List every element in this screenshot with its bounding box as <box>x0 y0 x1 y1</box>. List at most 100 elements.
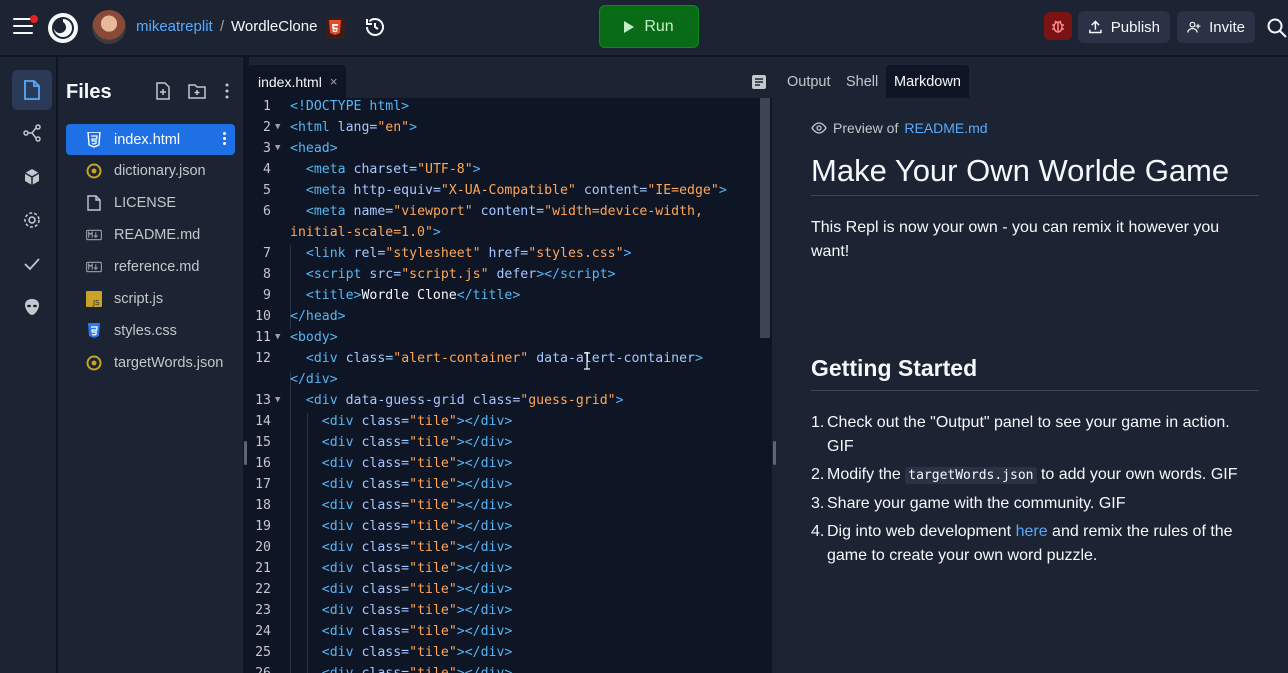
here-link[interactable]: here <box>1016 523 1048 540</box>
list-item: 2. Modify the targetWords.json to add you… <box>811 466 1238 484</box>
list-item: 1. Check out the "Output" panel to see yo… <box>811 414 1230 455</box>
file-icon <box>86 194 102 211</box>
code-line: 14 <div class="tile"></div> <box>255 414 513 429</box>
tab-markdown[interactable]: Markdown <box>886 65 969 98</box>
right-resize-handle[interactable] <box>773 441 776 465</box>
git-tool-button[interactable] <box>12 113 52 153</box>
right-tab-bar: Output Shell Markdown <box>779 57 1288 98</box>
markdown-icon <box>86 227 102 243</box>
code-line: 25 <div class="tile"></div> <box>255 645 513 660</box>
code-line: 10 </head> <box>255 309 346 324</box>
format-icon[interactable] <box>751 74 767 90</box>
markdown-intro: This Repl is now your own - you can remi… <box>811 219 1220 260</box>
file-item-license[interactable]: LICENSE <box>66 187 235 218</box>
search-icon[interactable] <box>1266 17 1288 39</box>
icon-rail <box>0 57 56 673</box>
file-tree-panel: Files index.html dictionary.json LICENSE… <box>57 57 243 673</box>
avatar[interactable] <box>92 10 126 44</box>
check-icon <box>24 258 40 271</box>
history-icon[interactable] <box>364 16 386 38</box>
code-line: 4 <meta charset="UTF-8"> <box>263 162 481 177</box>
code-line: 26 <div class="tile"></div> <box>249 666 772 673</box>
tab-output[interactable]: Output <box>779 65 839 98</box>
left-resize-handle[interactable] <box>244 441 247 465</box>
pane-splitter[interactable] <box>772 57 779 673</box>
breadcrumb-separator: / <box>220 18 225 35</box>
editor-scrollbar[interactable] <box>760 98 770 338</box>
file-options-icon[interactable] <box>223 132 227 147</box>
inline-code: targetWords.json <box>905 467 1037 484</box>
new-folder-icon[interactable] <box>188 82 206 100</box>
code-line: 18 <div class="tile"></div> <box>255 498 513 513</box>
file-item-readme-md[interactable]: README.md <box>66 219 235 250</box>
code-line: 3 ▼ <head> <box>263 141 338 156</box>
bug-report-button[interactable] <box>1044 12 1072 40</box>
code-line: 13 ▼ <div data-guess-grid class="guess-gr… <box>255 393 624 408</box>
code-line: 17 <div class="tile"></div> <box>255 477 513 492</box>
code-line: 20 <div class="tile"></div> <box>255 540 513 555</box>
file-name: LICENSE <box>114 194 177 211</box>
repl-name[interactable]: WordleClone <box>231 18 317 35</box>
checks-tool-button[interactable] <box>12 244 52 284</box>
file-name: index.html <box>114 131 181 148</box>
invite-button[interactable]: Invite <box>1177 11 1255 43</box>
branch-icon <box>23 124 41 142</box>
code-line: 12 <div class="alert-container" data-ale… <box>255 351 703 366</box>
code-line: 15 <div class="tile"></div> <box>255 435 513 450</box>
code-line: 24 <div class="tile"></div> <box>255 624 513 639</box>
editor-tab-bar: index.html × <box>249 57 772 98</box>
file-item-script-js[interactable]: JS script.js <box>66 283 235 314</box>
add-user-icon <box>1187 21 1201 33</box>
upload-icon <box>1089 20 1102 34</box>
tab-shell[interactable]: Shell <box>838 65 886 98</box>
right-panel: Output Shell Markdown Preview of README.… <box>779 57 1288 673</box>
replit-logo-icon[interactable] <box>46 11 80 45</box>
publish-button[interactable]: Publish <box>1078 11 1170 43</box>
file-item-reference-md[interactable]: reference.md <box>66 251 235 282</box>
file-name: styles.css <box>114 322 177 339</box>
publish-label: Publish <box>1110 18 1160 36</box>
file-name: README.md <box>114 226 201 243</box>
code-line: 6 <meta name="viewport" content="width=d… <box>263 204 703 219</box>
file-item-dictionary-json[interactable]: dictionary.json <box>66 155 235 186</box>
markdown-h2: Getting Started <box>811 355 1259 391</box>
code-area[interactable]: 1 <!DOCTYPE html> 2 ▼ <html lang="en"> 3 ▼ <h… <box>249 98 772 673</box>
play-icon <box>624 20 635 33</box>
file-name: targetWords.json <box>114 354 224 371</box>
eye-icon <box>811 122 827 134</box>
extensions-tool-button[interactable] <box>12 287 52 327</box>
code-line: 8 <script src="script.js" defer></script… <box>263 267 616 282</box>
files-tool-button[interactable] <box>12 70 52 110</box>
markdown-icon <box>86 259 102 275</box>
more-options-icon[interactable] <box>218 82 236 100</box>
file-item-targetwords-json[interactable]: targetWords.json <box>66 347 235 378</box>
code-line: 2 ▼ <html lang="en"> <box>263 120 418 135</box>
username-link[interactable]: mikeatreplit <box>136 18 213 35</box>
run-button[interactable]: Run <box>599 5 699 48</box>
code-line: 7 <link rel="stylesheet" href="styles.cs… <box>263 246 632 261</box>
file-item-index-html[interactable]: index.html <box>66 124 235 155</box>
code-line: </div> <box>290 372 338 387</box>
new-file-icon[interactable] <box>154 82 172 100</box>
code-line: 19 <div class="tile"></div> <box>255 519 513 534</box>
code-line: 1 <!DOCTYPE html> <box>263 99 410 114</box>
steps-list: 1. Check out the "Output" panel to see yo… <box>811 411 1259 572</box>
settings-tool-button[interactable] <box>12 200 52 240</box>
file-name: script.js <box>114 290 164 307</box>
bug-icon <box>1052 20 1064 33</box>
svg-text:JS: JS <box>92 299 100 307</box>
preview-file-link[interactable]: README.md <box>904 120 987 136</box>
file-name: dictionary.json <box>114 162 206 179</box>
html5-icon <box>325 17 345 39</box>
files-title: Files <box>66 81 112 103</box>
css3-icon <box>86 131 102 148</box>
json-icon <box>86 163 102 179</box>
tab-index-html[interactable]: index.html × <box>249 65 347 98</box>
file-item-styles-css[interactable]: styles.css <box>66 315 235 346</box>
file-icon <box>24 80 40 100</box>
packages-tool-button[interactable] <box>12 157 52 197</box>
top-bar: mikeatreplit / WordleClone Run Publish I… <box>0 0 1288 56</box>
close-icon[interactable]: × <box>330 74 338 89</box>
gear-icon <box>24 212 40 228</box>
preview-prefix: Preview of <box>833 120 899 136</box>
